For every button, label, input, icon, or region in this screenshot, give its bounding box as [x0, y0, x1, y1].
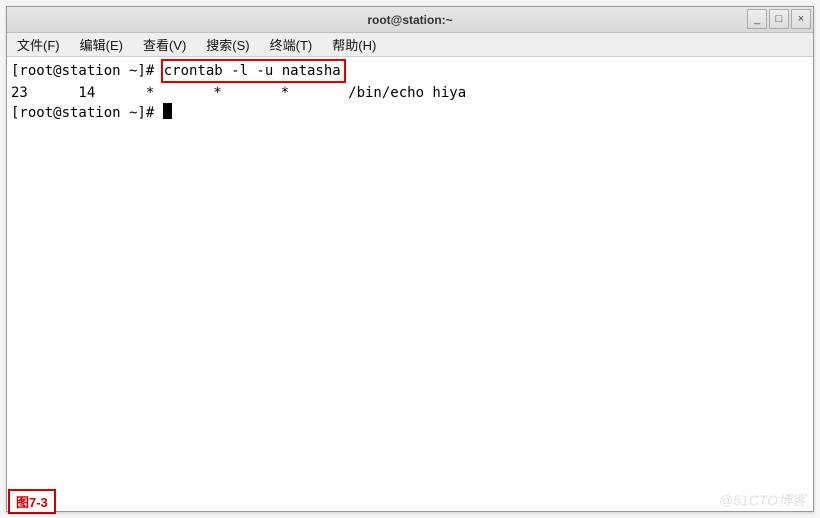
menu-view[interactable]: 查看(V): [139, 34, 190, 55]
terminal-window: root@station:~ _ □ × 文件(F) 编辑(E) 查看(V) 搜…: [6, 6, 814, 512]
menu-search[interactable]: 搜索(S): [202, 34, 253, 55]
titlebar: root@station:~ _ □ ×: [7, 7, 813, 33]
menubar: 文件(F) 编辑(E) 查看(V) 搜索(S) 终端(T) 帮助(H): [7, 33, 813, 57]
prompt-line-1: [root@station ~]# crontab -l -u natasha: [11, 63, 346, 79]
terminal-output[interactable]: [root@station ~]# crontab -l -u natasha …: [7, 57, 813, 511]
shell-prompt: [root@station ~]#: [11, 105, 163, 121]
menu-edit[interactable]: 编辑(E): [76, 34, 127, 55]
window-controls: _ □ ×: [747, 9, 811, 29]
watermark: @51CTO博客: [719, 490, 806, 510]
window-title: root@station:~: [367, 13, 452, 27]
menu-terminal[interactable]: 终端(T): [266, 34, 317, 55]
cron-output-line: 23 14 * * * /bin/echo hiya: [11, 85, 466, 101]
highlighted-command: crontab -l -u natasha: [161, 59, 346, 83]
shell-prompt: [root@station ~]#: [11, 63, 163, 79]
menu-help[interactable]: 帮助(H): [328, 34, 380, 55]
close-button[interactable]: ×: [791, 9, 811, 29]
menu-file[interactable]: 文件(F): [13, 34, 64, 55]
minimize-button[interactable]: _: [747, 9, 767, 29]
prompt-line-2: [root@station ~]#: [11, 105, 172, 121]
cursor-icon: [163, 103, 172, 119]
maximize-button[interactable]: □: [769, 9, 789, 29]
figure-caption: 图7-3: [8, 489, 56, 514]
